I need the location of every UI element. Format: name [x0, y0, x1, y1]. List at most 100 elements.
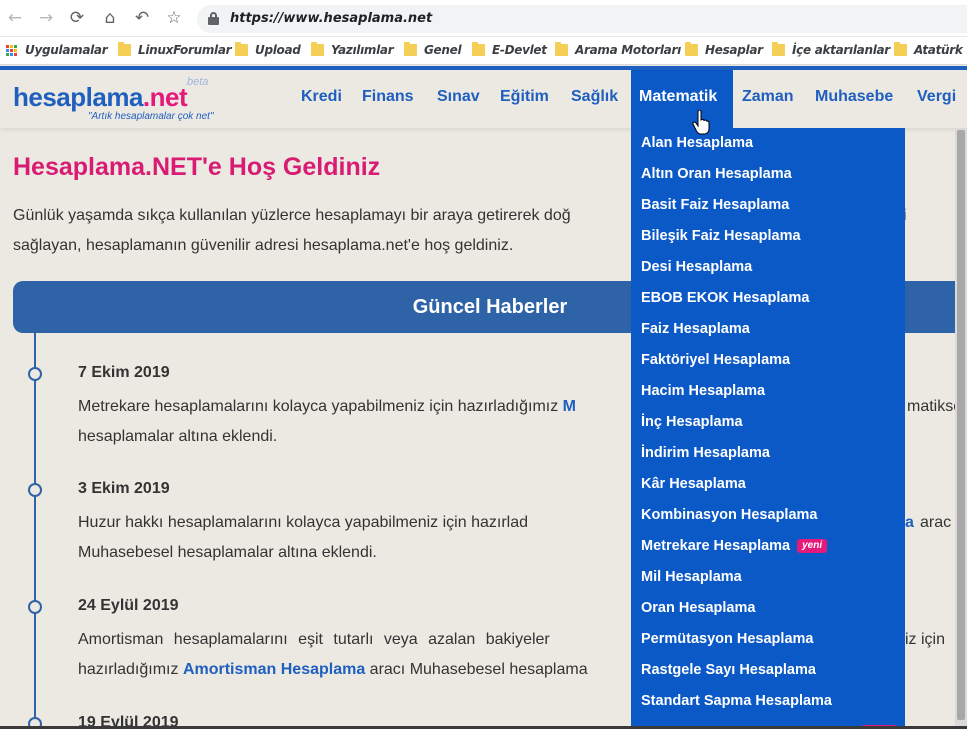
home-icon[interactable]: ⌂ — [100, 8, 120, 28]
menu-item-basit-faiz[interactable]: Basit Faiz Hesaplama — [641, 197, 789, 213]
undo-icon[interactable]: ↶ — [132, 8, 152, 28]
news-text-line: Muhasebesel hesaplamalar altına eklendi. — [78, 544, 377, 561]
timeline-line — [34, 333, 36, 729]
forward-arrow-icon[interactable]: → — [36, 8, 56, 28]
nav-matematik[interactable]: Matematik — [631, 70, 733, 128]
bookmark-label: Arama Motorları — [575, 43, 681, 57]
bookmarks-bar: Uygulamalar LinuxForumlar Upload Yazılım… — [0, 37, 967, 65]
menu-item-ebob-ekok[interactable]: EBOB EKOK Hesaplama — [641, 290, 809, 306]
menu-item-oran[interactable]: Oran Hesaplama — [641, 600, 755, 616]
folder-icon — [472, 42, 485, 56]
lock-icon — [208, 12, 219, 25]
reload-icon[interactable]: ⟳ — [67, 8, 87, 28]
logo-beta-label: beta — [187, 76, 209, 88]
news-text: Amortisman hesaplamalarını eşit tutarlı … — [78, 625, 638, 685]
folder-icon — [555, 42, 568, 56]
menu-item-kar[interactable]: Kâr Hesaplama — [641, 476, 746, 492]
menu-item-mil[interactable]: Mil Hesaplama — [641, 569, 742, 585]
news-text-part: hazırladığımız — [78, 661, 183, 678]
news-text-line: Amortisman hesaplamalarını eşit tutarlı … — [78, 631, 550, 648]
welcome-line-1: Günlük yaşamda sıkça kullanılan yüzlerce… — [13, 207, 571, 224]
menu-item-faktoriyel[interactable]: Faktöriyel Hesaplama — [641, 352, 790, 368]
nav-zaman[interactable]: Zaman — [742, 88, 794, 114]
bookmark-label: E-Devlet — [492, 43, 547, 57]
welcome-line-2: sağlayan, hesaplamanın güvenilir adresi … — [13, 237, 514, 254]
news-text: Huzur hakkı hesaplamalarını kolayca yapa… — [78, 508, 638, 568]
menu-item-standart-sapma[interactable]: Standart Sapma Hesaplama — [641, 693, 832, 709]
menu-item-indirim[interactable]: İndirim Hesaplama — [641, 445, 770, 461]
nav-vergi[interactable]: Vergi — [917, 88, 956, 114]
scrollbar-thumb[interactable] — [957, 130, 965, 720]
nav-finans[interactable]: Finans — [362, 88, 414, 114]
bookmark-arama-motorlari[interactable]: Arama Motorları — [555, 42, 681, 57]
bookmark-hesaplar[interactable]: Hesaplar — [685, 42, 763, 57]
menu-item-altin-oran[interactable]: Altın Oran Hesaplama — [641, 166, 792, 182]
folder-icon — [894, 42, 907, 56]
logo-tagline: "Artık hesaplamalar çok net" — [88, 111, 214, 122]
bookmark-label: Upload — [255, 43, 301, 57]
menu-item-metrekare[interactable]: Metrekare Hesaplama yeni — [641, 538, 828, 554]
bookmark-apps[interactable]: Uygulamalar — [6, 43, 108, 57]
bookmark-ataturk[interactable]: Atatürk V — [894, 42, 967, 57]
menu-item-label: Metrekare Hesaplama — [641, 538, 791, 554]
folder-icon — [772, 42, 785, 56]
news-text-part: aracı Muhasebesel hesaplama — [365, 661, 588, 678]
menu-item-faiz[interactable]: Faiz Hesaplama — [641, 321, 750, 337]
bookmark-label: İçe aktarılanlar — [792, 43, 890, 57]
matematik-dropdown-menu: Alan Hesaplama Altın Oran Hesaplama Basi… — [631, 128, 905, 729]
site-header: hesaplama.net beta "Artık hesaplamalar ç… — [0, 66, 967, 128]
folder-icon — [311, 42, 324, 56]
bookmark-label: Genel — [424, 43, 462, 57]
bookmark-label: Yazılımlar — [331, 43, 394, 57]
bookmark-linuxforumlar[interactable]: LinuxForumlar — [118, 42, 232, 57]
bookmark-label: Hesaplar — [705, 43, 763, 57]
menu-item-bilesik-faiz[interactable]: Bileşik Faiz Hesaplama — [641, 228, 801, 244]
timeline-dot — [28, 600, 42, 614]
bookmark-yazilimlar[interactable]: Yazılımlar — [311, 42, 394, 57]
bookmark-upload[interactable]: Upload — [235, 42, 301, 57]
bookmark-label: LinuxForumlar — [138, 43, 232, 57]
news-text-line: hesaplamalar altına eklendi. — [78, 428, 278, 445]
news-text: Metrekare hesaplamalarını kolayca yapabi… — [78, 392, 638, 452]
menu-item-alan[interactable]: Alan Hesaplama — [641, 135, 753, 151]
nav-saglik[interactable]: Sağlık — [571, 88, 618, 114]
news-link[interactable]: M — [563, 398, 576, 415]
menu-item-desi[interactable]: Desi Hesaplama — [641, 259, 752, 275]
hand-cursor-icon — [692, 110, 710, 135]
page-scrollbar[interactable] — [955, 128, 967, 729]
news-text-part: Metrekare hesaplamalarını kolayca yapabi… — [78, 398, 563, 415]
news-link[interactable]: a — [905, 508, 914, 538]
logo-part2: .net — [142, 82, 188, 112]
news-text-tail: matikse — [907, 398, 963, 415]
folder-icon — [685, 42, 698, 56]
folder-icon — [118, 42, 131, 56]
site-logo[interactable]: hesaplama.net — [13, 82, 188, 113]
bookmark-genel[interactable]: Genel — [404, 42, 462, 57]
news-date: 7 Ekim 2019 — [78, 364, 170, 381]
new-badge: yeni — [797, 539, 828, 553]
nav-sinav[interactable]: Sınav — [437, 88, 480, 114]
address-bar[interactable]: https://www.hesaplama.net — [197, 5, 967, 33]
news-text-line: Huzur hakkı hesaplamalarını kolayca yapa… — [78, 514, 528, 531]
nav-muhasebe[interactable]: Muhasebe — [815, 88, 893, 114]
amortisman-link[interactable]: Amortisman Hesaplama — [183, 661, 365, 678]
bookmark-ice-aktarilanlar[interactable]: İçe aktarılanlar — [772, 42, 890, 57]
welcome-paragraph: Günlük yaşamda sıkça kullanılan yüzlerce… — [13, 201, 633, 261]
browser-toolbar: ← → ⟳ ⌂ ↶ ☆ https://www.hesaplama.net — [0, 0, 967, 37]
timeline-dot — [28, 483, 42, 497]
folder-icon — [235, 42, 248, 56]
star-bookmark-icon[interactable]: ☆ — [164, 8, 184, 28]
news-text-tail: iz için — [905, 631, 946, 648]
menu-item-kombinasyon[interactable]: Kombinasyon Hesaplama — [641, 507, 817, 523]
nav-egitim[interactable]: Eğitim — [500, 88, 549, 114]
menu-item-inc[interactable]: İnç Hesaplama — [641, 414, 743, 430]
menu-item-hacim[interactable]: Hacim Hesaplama — [641, 383, 765, 399]
apps-grid-icon — [6, 44, 17, 56]
bookmark-e-devlet[interactable]: E-Devlet — [472, 42, 547, 57]
back-arrow-icon[interactable]: ← — [5, 8, 25, 28]
url-text[interactable]: https://www.hesaplama.net — [230, 11, 432, 26]
bookmark-label: Atatürk V — [914, 43, 967, 57]
menu-item-permutasyon[interactable]: Permütasyon Hesaplama — [641, 631, 813, 647]
menu-item-rastgele-sayi[interactable]: Rastgele Sayı Hesaplama — [641, 662, 816, 678]
nav-kredi[interactable]: Kredi — [301, 88, 342, 114]
